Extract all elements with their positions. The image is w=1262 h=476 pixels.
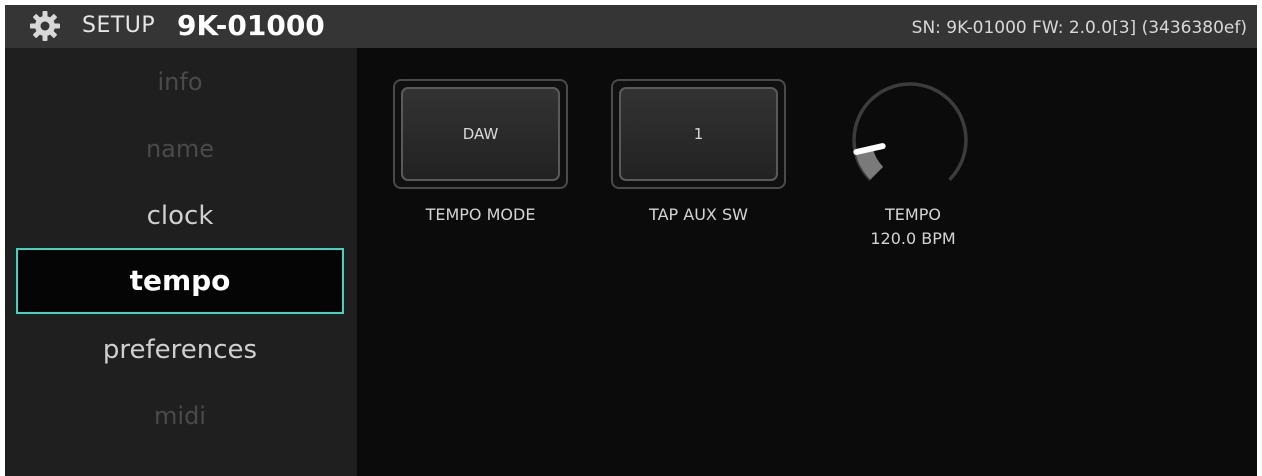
tempo-caption: TEMPO [885,205,941,224]
tempo-knob[interactable] [845,77,975,207]
gear-icon[interactable] [29,10,61,42]
tap-aux-sw-value: 1 [619,87,778,181]
sidebar-item-midi[interactable]: midi [16,383,344,449]
tempo-value: 120.0 BPM [870,229,956,248]
setup-screen: SETUP 9K-01000 SN: 9K-01000 FW: 2.0.0[3]… [5,5,1257,476]
sidebar-item-clock[interactable]: clock [16,183,344,249]
sidebar-item-name[interactable]: name [16,116,344,182]
tap-aux-sw-caption: TAP AUX SW [649,205,748,224]
sidebar-item-info[interactable]: info [16,49,344,115]
tempo-mode-caption: TEMPO MODE [425,205,536,224]
header-bar: SETUP 9K-01000 SN: 9K-01000 FW: 2.0.0[3]… [5,5,1257,48]
header-title: SETUP [82,13,156,38]
tap-aux-sw-button[interactable]: 1 [611,79,786,189]
sidebar: info name clock tempo preferences midi [5,48,357,476]
knob-indicator [853,143,886,155]
device-info: SN: 9K-01000 FW: 2.0.0[3] (3436380ef) [911,18,1247,38]
tempo-mode-value: DAW [401,87,560,181]
tempo-mode-button[interactable]: DAW [393,79,568,189]
sidebar-item-tempo[interactable]: tempo [16,248,344,314]
sidebar-item-preferences[interactable]: preferences [16,317,344,383]
device-name: 9K-01000 [177,9,325,42]
